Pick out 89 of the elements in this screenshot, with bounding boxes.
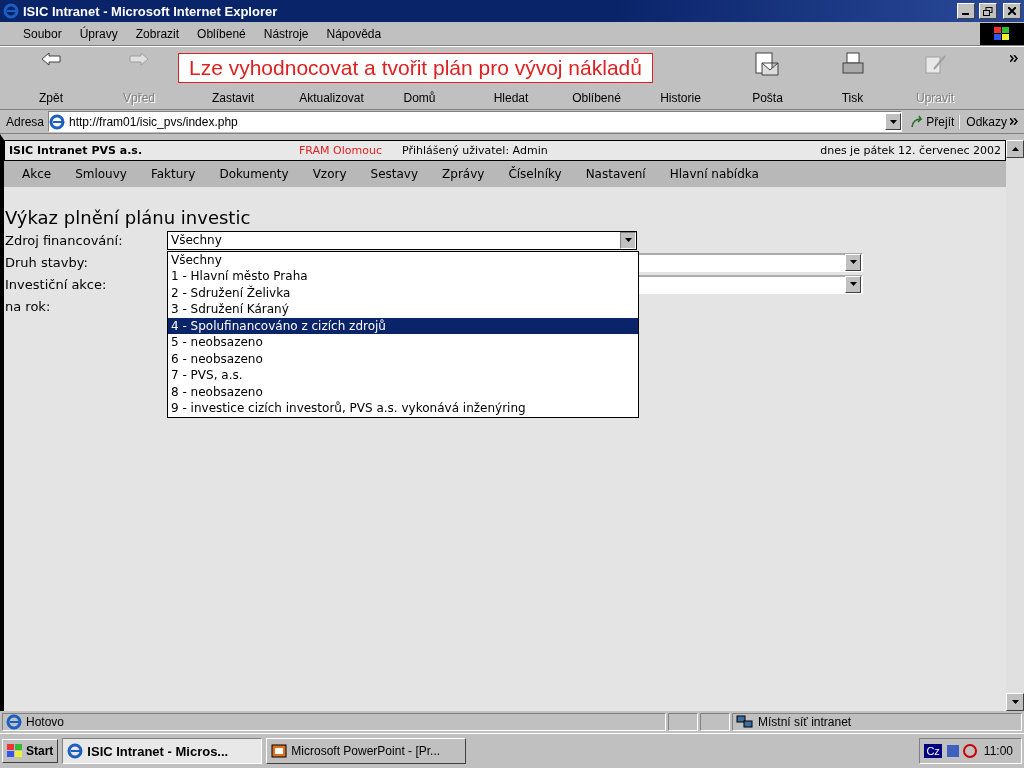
mail-icon bbox=[753, 51, 782, 77]
user-text: Přihlášený uživatel: Admin bbox=[401, 144, 548, 157]
nav-link[interactable]: Vzory bbox=[300, 167, 359, 181]
close-button[interactable] bbox=[1003, 3, 1021, 19]
nav-link[interactable]: Smlouvy bbox=[63, 167, 139, 181]
menu-item[interactable]: Nástroje bbox=[254, 26, 318, 41]
select-field[interactable]: Všechny bbox=[167, 230, 637, 250]
dropdown-option[interactable]: 2 - Sdružení Želivka bbox=[168, 284, 638, 301]
start-button[interactable]: Start bbox=[2, 739, 59, 763]
go-arrow-icon bbox=[910, 114, 925, 129]
taskbar-button[interactable]: Microsoft PowerPoint - [Pr... bbox=[266, 738, 467, 764]
address-label: Adresa bbox=[6, 114, 45, 129]
clock: 11:00 bbox=[983, 744, 1013, 758]
forward-arrow-icon bbox=[128, 51, 150, 67]
scrollbar[interactable] bbox=[1006, 140, 1024, 711]
dropdown-option[interactable]: 6 - neobsazeno bbox=[168, 350, 638, 367]
menu-item[interactable]: Zobrazit bbox=[126, 26, 189, 41]
dropdown-option[interactable]: Všechny bbox=[168, 251, 638, 268]
nav-link[interactable]: Dokumenty bbox=[207, 167, 301, 181]
menu-item[interactable]: Úpravy bbox=[70, 26, 127, 41]
toolbar-button[interactable]: Domů bbox=[373, 87, 466, 109]
dropdown-button[interactable] bbox=[885, 113, 902, 130]
language-indicator[interactable]: Cz bbox=[924, 744, 942, 758]
site-name: ISIC Intranet PVS a.s. bbox=[9, 144, 144, 157]
toolbar-button[interactable]: Oblíbené bbox=[556, 87, 637, 109]
restore-button[interactable] bbox=[979, 3, 997, 19]
menu-item[interactable]: Nápověda bbox=[317, 26, 391, 41]
location-text: FRAM Olomouc bbox=[299, 144, 382, 157]
status-pane bbox=[668, 713, 698, 731]
go-button[interactable]: Přejít bbox=[906, 114, 961, 129]
nav-link[interactable]: Zprávy bbox=[430, 167, 497, 181]
up-arrow-icon bbox=[1011, 147, 1019, 151]
field-label: Investiční akce: bbox=[5, 276, 108, 292]
more-icon[interactable] bbox=[1010, 55, 1018, 62]
dropdown-option[interactable]: 7 - PVS, a.s. bbox=[168, 367, 638, 384]
nav-link[interactable]: Hlavní nabídka bbox=[657, 167, 771, 181]
zone-text: Místní síť intranet bbox=[758, 715, 852, 729]
close-icon bbox=[1008, 7, 1016, 15]
tray-icon bbox=[945, 743, 980, 759]
browser-icon bbox=[6, 714, 22, 730]
down-arrow-icon bbox=[624, 238, 632, 242]
toolbar-button[interactable]: Pošta bbox=[724, 47, 811, 109]
toolbar-button[interactable]: Zastavit bbox=[176, 87, 290, 109]
windows-logo-icon bbox=[7, 744, 23, 758]
page-heading: Výkaz plnění plánu investic bbox=[5, 207, 252, 229]
dropdown-option[interactable]: 9 - investice cizích investorů, PVS a.s. vykonává inženýring bbox=[168, 400, 638, 417]
taskbar-button[interactable]: ISIC Intranet - Micros... bbox=[62, 738, 263, 764]
browser-icon bbox=[67, 743, 84, 759]
toolbar-button[interactable]: Historie bbox=[637, 87, 724, 109]
window-title: ISIC Intranet - Microsoft Internet Explorer bbox=[23, 3, 279, 19]
back-arrow-icon bbox=[40, 51, 62, 67]
nav-link[interactable]: Akce bbox=[10, 167, 64, 181]
network-icon bbox=[736, 715, 754, 729]
down-arrow-icon bbox=[849, 260, 857, 264]
nav-link[interactable]: Číselníky bbox=[496, 167, 574, 181]
down-arrow-icon bbox=[849, 282, 857, 286]
nav-link[interactable]: Faktury bbox=[138, 167, 208, 181]
field-label: na rok: bbox=[5, 298, 52, 314]
toolbar-button[interactable]: Tisk bbox=[811, 47, 894, 109]
dropdown-option[interactable]: 5 - neobsazeno bbox=[168, 334, 638, 351]
minimize-button[interactable] bbox=[957, 3, 975, 19]
dropdown-option[interactable]: 1 - Hlavní město Praha bbox=[168, 268, 638, 285]
down-arrow-icon bbox=[889, 119, 897, 124]
printer-icon bbox=[839, 51, 866, 77]
presentation-icon bbox=[271, 744, 288, 758]
status-pane bbox=[700, 713, 730, 731]
dropdown-option[interactable]: 3 - Sdružení Káraný bbox=[168, 301, 638, 318]
browser-icon bbox=[3, 3, 19, 19]
down-arrow-icon bbox=[1011, 700, 1019, 704]
restore-icon bbox=[983, 6, 993, 16]
status-text: Hotovo bbox=[26, 715, 65, 729]
toolbar-button[interactable]: Zpět bbox=[0, 47, 102, 109]
links-button[interactable]: Odkazy bbox=[964, 114, 1020, 129]
dropdown-option[interactable]: 4 - Spolufinancováno z cizích zdrojů bbox=[168, 317, 638, 334]
field-label: Druh stavby: bbox=[5, 254, 89, 270]
menu-item[interactable]: Oblíbené bbox=[188, 26, 255, 41]
dropdown-option[interactable]: 8 - neobsazeno bbox=[168, 383, 638, 400]
browser-icon bbox=[49, 113, 66, 130]
nav-link[interactable]: Sestavy bbox=[358, 167, 431, 181]
menu-item[interactable]: Soubor bbox=[14, 26, 71, 41]
more-icon bbox=[1010, 118, 1018, 125]
windows-logo bbox=[980, 22, 1024, 45]
date-text: dnes je pátek 12. červenec 2002 bbox=[820, 144, 1001, 157]
callout-note: Lze vyhodnocovat a tvořit plán pro vývoj nákladů bbox=[178, 53, 653, 83]
nav-link[interactable]: Nastavení bbox=[573, 167, 658, 181]
field-label: Zdroj financování: bbox=[5, 232, 124, 248]
toolbar-button[interactable]: Aktualizovat bbox=[290, 87, 373, 109]
address-field[interactable]: http://fram01/isic_pvs/index.php bbox=[48, 111, 903, 132]
toolbar-button[interactable]: Hledat bbox=[466, 87, 556, 109]
